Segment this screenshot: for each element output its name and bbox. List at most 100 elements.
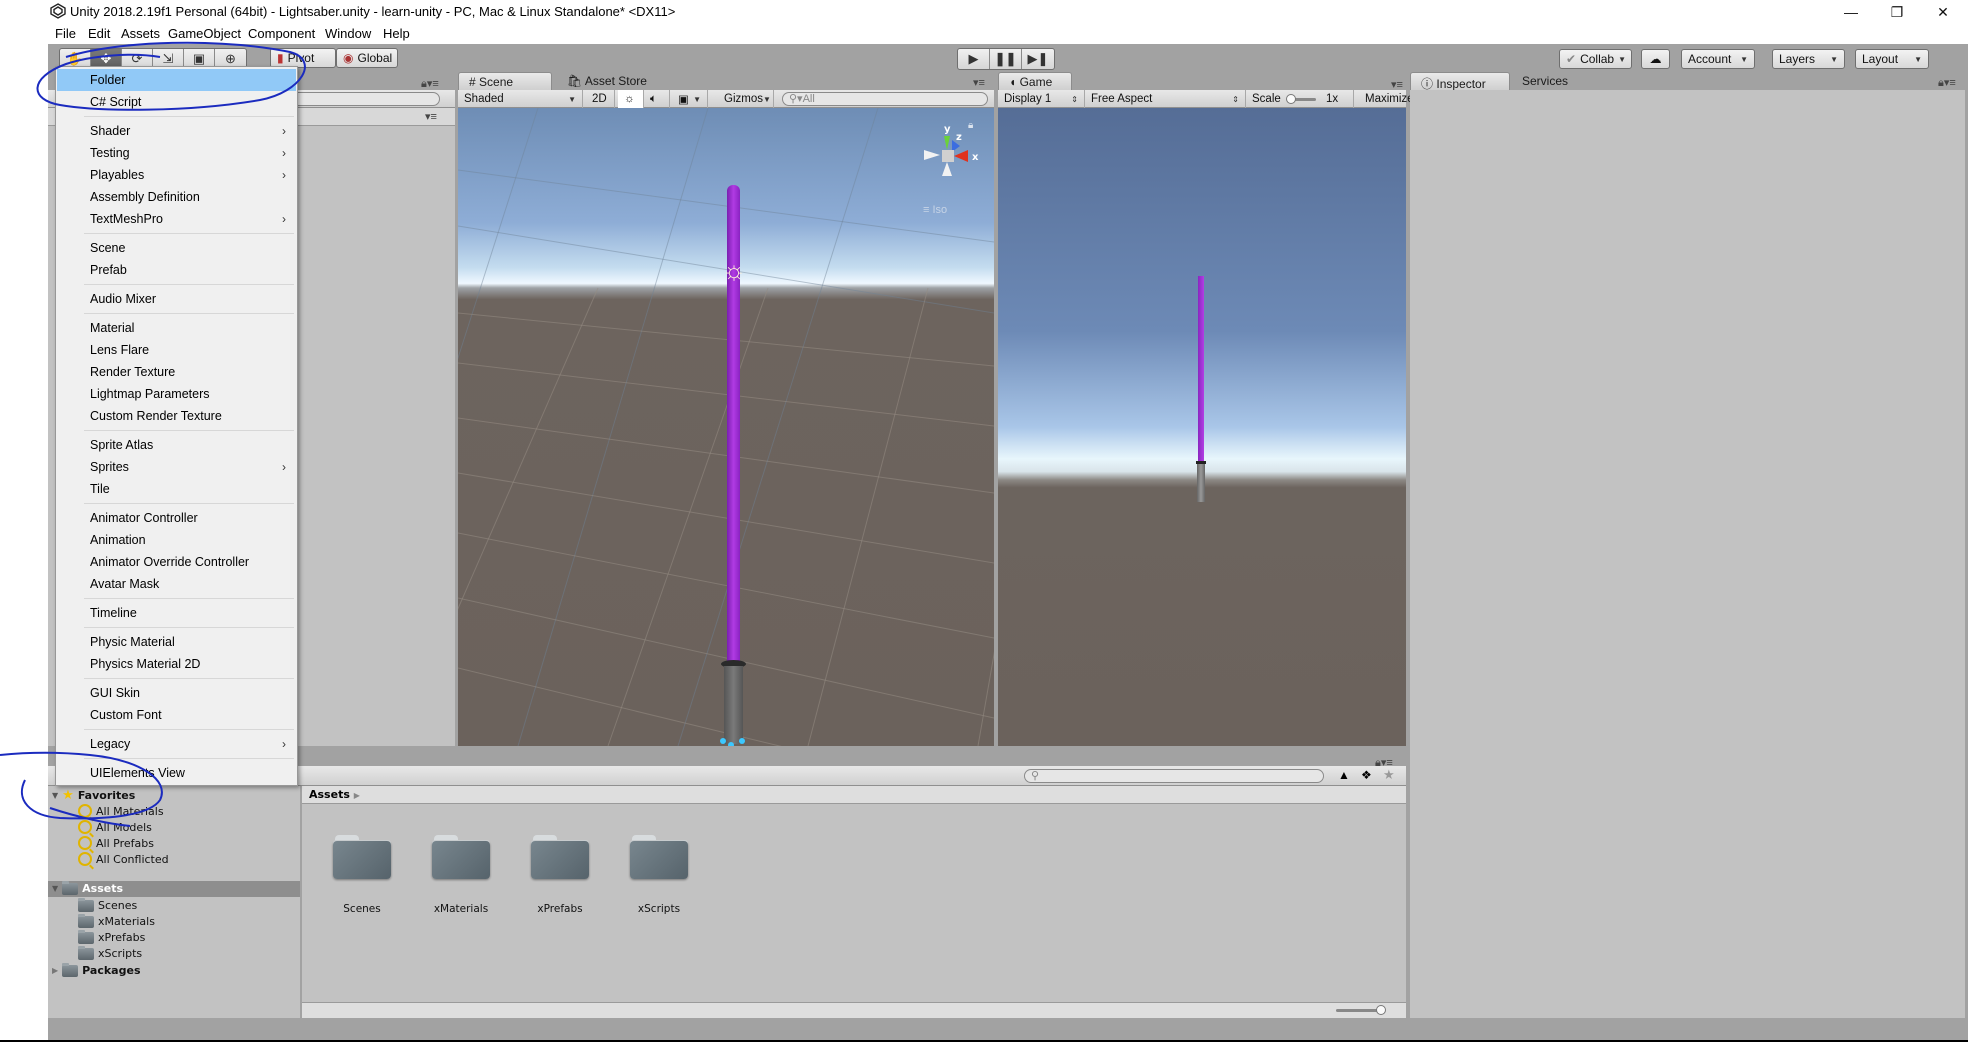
layout-dropdown[interactable]: Layout ▼: [1855, 49, 1929, 69]
aspect-dropdown[interactable]: Free Aspect ⇕: [1085, 90, 1246, 108]
display-dropdown[interactable]: Display 1 ⇕: [998, 90, 1085, 108]
grid-folder-icon[interactable]: [630, 835, 688, 879]
menu-item-physic-material[interactable]: Physic Material: [57, 631, 296, 653]
filter-by-type-icon[interactable]: ▲: [1338, 768, 1350, 782]
lighting-toggle[interactable]: ☼: [618, 90, 644, 108]
tab-scene[interactable]: # Scene: [458, 72, 552, 90]
packages-node[interactable]: ▶ Packages: [52, 962, 141, 977]
tab-services[interactable]: Services: [1512, 72, 1578, 90]
menu-item-timeline[interactable]: Timeline: [57, 602, 296, 624]
global-toggle[interactable]: ◉ Global: [336, 48, 398, 68]
asset-folder-item[interactable]: xScripts: [78, 945, 142, 960]
menu-item-tile[interactable]: Tile: [57, 478, 296, 500]
menu-item-gui-skin[interactable]: GUI Skin: [57, 682, 296, 704]
menu-file[interactable]: File: [55, 26, 76, 41]
grid-folder-label[interactable]: xMaterials: [411, 903, 511, 915]
play-button[interactable]: ▶: [958, 49, 990, 69]
menu-window[interactable]: Window: [325, 26, 371, 41]
gizmo-lock-icon[interactable]: 🔒︎: [968, 120, 973, 131]
breadcrumb-assets[interactable]: Assets: [309, 788, 350, 801]
close-button[interactable]: ✕: [1920, 0, 1966, 24]
menu-item-legacy[interactable]: Legacy ›: [57, 733, 296, 755]
grid-folder-icon[interactable]: [531, 835, 589, 879]
audio-toggle[interactable]: 🔈︎: [644, 90, 670, 108]
favorite-item[interactable]: All Conflicted: [78, 852, 169, 866]
favorite-star-icon[interactable]: ★: [1383, 767, 1395, 783]
menu-help[interactable]: Help: [383, 26, 410, 41]
favorite-item[interactable]: All Prefabs: [78, 836, 154, 850]
grid-folder-icon[interactable]: [432, 835, 490, 879]
layers-dropdown[interactable]: Layers ▼: [1772, 49, 1845, 69]
menu-item-shader[interactable]: Shader ›: [57, 120, 296, 142]
scene-viewport[interactable]: ☼ y z x 🔒︎ ≡ Iso: [458, 108, 994, 746]
menu-item-assembly-definition[interactable]: Assembly Definition: [57, 186, 296, 208]
scale-slider-handle[interactable]: [1286, 94, 1296, 104]
menu-item-custom-render-texture[interactable]: Custom Render Texture: [57, 405, 296, 427]
menu-edit[interactable]: Edit: [88, 26, 110, 41]
grid-folder-label[interactable]: xScripts: [609, 903, 709, 915]
tab-game[interactable]: ◖ Game: [998, 72, 1072, 90]
minimize-button[interactable]: —: [1828, 0, 1874, 24]
shading-mode-dropdown[interactable]: Shaded ▼: [458, 90, 583, 108]
menu-gameobject[interactable]: GameObject: [168, 26, 241, 41]
lock-icon[interactable]: 🔒︎▾≡: [421, 77, 439, 91]
saber-hilt[interactable]: [724, 666, 743, 744]
tab-inspector[interactable]: ⓘ Inspector: [1410, 72, 1510, 91]
menu-item-folder[interactable]: Folder: [57, 69, 296, 91]
assets-node[interactable]: ▼ Assets: [52, 880, 123, 895]
favorite-item[interactable]: All Models: [78, 820, 152, 834]
2d-toggle[interactable]: 2D: [586, 90, 615, 108]
menu-item-animator-controller[interactable]: Animator Controller: [57, 507, 296, 529]
menu-item-animator-override-controller[interactable]: Animator Override Controller: [57, 551, 296, 573]
collab-dropdown[interactable]: ✔ Collab ▼: [1559, 49, 1632, 69]
projection-label[interactable]: ≡ Iso: [923, 204, 947, 216]
menu-item-avatar-mask[interactable]: Avatar Mask: [57, 573, 296, 595]
asset-folder-item[interactable]: Scenes: [78, 897, 137, 912]
account-dropdown[interactable]: Account ▼: [1681, 49, 1755, 69]
grid-folder-label[interactable]: Scenes: [312, 903, 412, 915]
panel-menu-icon[interactable]: ▾≡: [973, 76, 985, 89]
effects-dropdown[interactable]: ▣ ▼: [672, 90, 708, 108]
menu-item-material[interactable]: Material: [57, 317, 296, 339]
menu-item-testing[interactable]: Testing ›: [57, 142, 296, 164]
grid-folder-label[interactable]: xPrefabs: [510, 903, 610, 915]
menu-item-animation[interactable]: Animation: [57, 529, 296, 551]
menu-item-prefab[interactable]: Prefab: [57, 259, 296, 281]
menu-item-uielements-view[interactable]: UIElements View: [57, 762, 296, 784]
scene-orientation-gizmo[interactable]: y z x: [906, 118, 986, 198]
menu-item-audio-mixer[interactable]: Audio Mixer: [57, 288, 296, 310]
light-icon[interactable]: ☼: [720, 256, 748, 284]
asset-folder-item[interactable]: xPrefabs: [78, 929, 145, 944]
inspector-lock-icon[interactable]: 🔒︎▾≡: [1938, 76, 1956, 90]
hierarchy-menu-icon[interactable]: ▾≡: [425, 110, 437, 123]
menu-item-lightmap-parameters[interactable]: Lightmap Parameters: [57, 383, 296, 405]
pivot-toggle[interactable]: ▮ Pivot: [270, 48, 336, 68]
menu-item-lens-flare[interactable]: Lens Flare: [57, 339, 296, 361]
game-viewport[interactable]: [998, 108, 1406, 746]
menu-item-scene[interactable]: Scene: [57, 237, 296, 259]
menu-item-playables[interactable]: Playables ›: [57, 164, 296, 186]
restore-button[interactable]: ❐: [1874, 0, 1920, 24]
menu-assets[interactable]: Assets: [121, 26, 160, 41]
cloud-button[interactable]: ☁: [1641, 49, 1670, 69]
menu-item-sprites[interactable]: Sprites ›: [57, 456, 296, 478]
tab-asset-store[interactable]: 🛍︎ Asset Store: [557, 72, 657, 90]
menu-item-physics-material-2d[interactable]: Physics Material 2D: [57, 653, 296, 675]
step-button[interactable]: ▶❚: [1022, 49, 1054, 69]
project-search-input[interactable]: ⚲: [1024, 769, 1324, 783]
icon-size-slider-handle[interactable]: [1376, 1005, 1386, 1015]
gizmos-dropdown[interactable]: Gizmos ▼: [718, 90, 774, 108]
icon-size-slider[interactable]: [1336, 1009, 1380, 1012]
menu-item-sprite-atlas[interactable]: Sprite Atlas: [57, 434, 296, 456]
grid-folder-icon[interactable]: [333, 835, 391, 879]
pause-button[interactable]: ❚❚: [990, 49, 1022, 69]
menu-item-render-texture[interactable]: Render Texture: [57, 361, 296, 383]
asset-folder-item[interactable]: xMaterials: [78, 913, 155, 928]
favorite-item[interactable]: All Materials: [78, 804, 164, 818]
filter-by-label-icon[interactable]: ❖: [1361, 768, 1372, 782]
menu-item-custom-font[interactable]: Custom Font: [57, 704, 296, 726]
favorites-node[interactable]: ▼ ★ Favorites: [52, 788, 135, 803]
menu-item-c-script[interactable]: C# Script: [57, 91, 296, 113]
menu-item-textmeshpro[interactable]: TextMeshPro ›: [57, 208, 296, 230]
menu-component[interactable]: Component: [248, 26, 315, 41]
